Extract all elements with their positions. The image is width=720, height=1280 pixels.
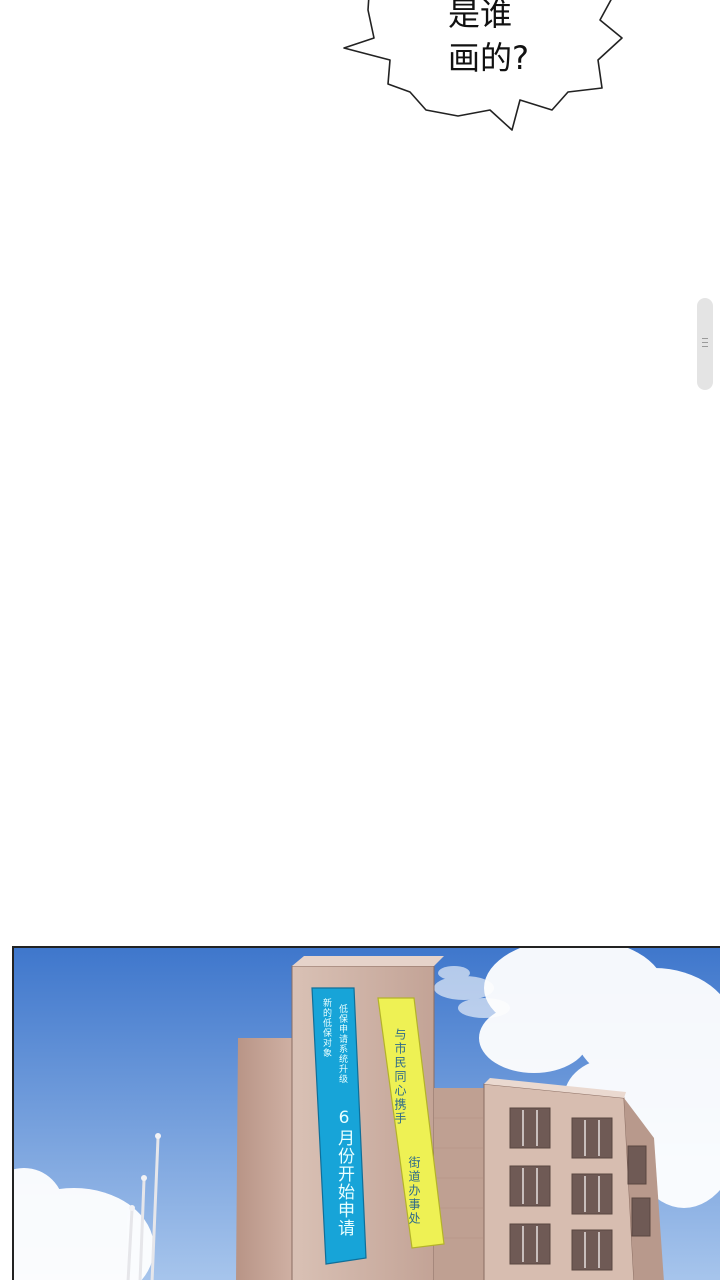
scrollbar-handle[interactable]: [697, 298, 713, 390]
speech-bubble: 是谁 画的?: [330, 0, 630, 135]
grip-icon: [702, 336, 708, 350]
bubble-line-1: 是谁: [448, 0, 513, 33]
blue-banner-line-2: 低保申请系统升级: [337, 1004, 347, 1084]
comic-page: 是谁 画的? 新的低保对象 低保申请系统升级 6月份开始申请 与市民同心携手 街…: [0, 0, 720, 1280]
blue-banner-line-1: 新的低保对象: [321, 998, 331, 1058]
yellow-banner-line-2: 街道办事处: [407, 1156, 421, 1226]
building-illustration: [14, 948, 720, 1280]
comic-panel-building: 新的低保对象 低保申请系统升级 6月份开始申请 与市民同心携手 街道办事处: [12, 946, 720, 1280]
yellow-banner-line-1: 与市民同心携手: [393, 1028, 407, 1126]
bubble-text: 是谁 画的?: [448, 0, 529, 80]
bubble-line-2: 画的?: [448, 39, 529, 77]
blue-banner-line-3: 6月份开始申请: [334, 1108, 354, 1237]
